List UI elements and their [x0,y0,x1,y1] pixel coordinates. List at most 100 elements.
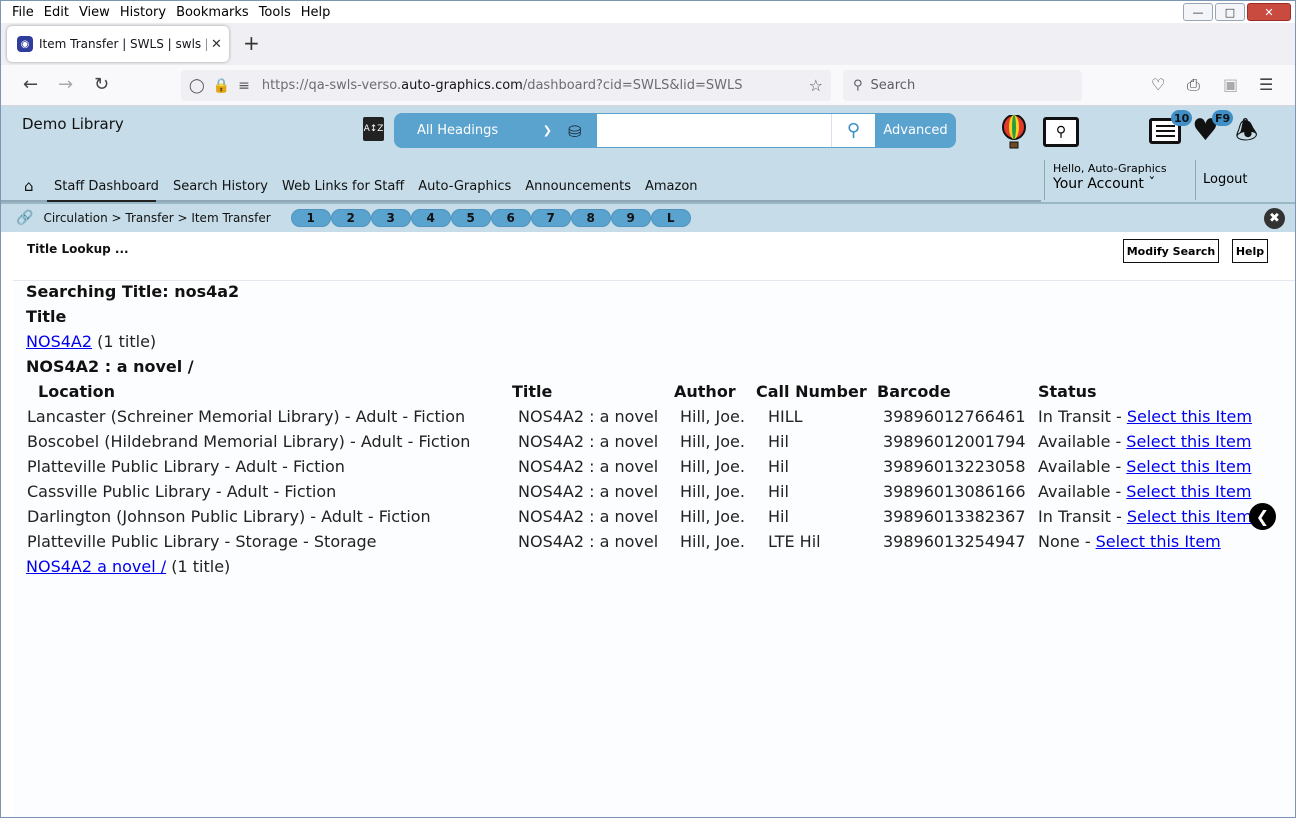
select-item-link[interactable]: Select this Item [1126,482,1251,501]
cell-author: Hill, Joe. [680,482,745,501]
shield-icon[interactable]: ◯ [189,78,205,94]
select-item-link[interactable]: Select this Item [1126,432,1251,451]
search-icon[interactable]: ⚲ [831,114,875,147]
cell-call: Hil [768,507,789,526]
menu-edit[interactable]: Edit [39,5,74,20]
pill-l[interactable]: L [650,209,691,227]
tab-close-icon[interactable]: ✕ [211,37,222,52]
new-tab-icon[interactable]: + [243,31,260,55]
window-close-button[interactable]: ✕ [1247,3,1291,21]
cell-location: Lancaster (Schreiner Memorial Library) -… [27,407,466,426]
modify-search-button[interactable]: Modify Search [1123,239,1219,263]
col-author: Author [674,382,736,401]
home-icon[interactable]: ⌂ [24,177,44,195]
nav-amazon[interactable]: Amazon [645,179,698,194]
back-icon[interactable]: ← [23,74,38,95]
heading-select-value: All Headings [417,123,499,138]
col-barcode: Barcode [877,382,951,401]
heading-select[interactable]: All Headings ❯ [394,113,560,148]
pill-8[interactable]: 8 [570,209,611,227]
cell-status: Available - Select this Item [1038,457,1251,476]
pill-2[interactable]: 2 [330,209,371,227]
cell-status: Available - Select this Item [1038,482,1251,501]
nav-search-history[interactable]: Search History [173,179,268,194]
table-row: Darlington (Johnson Public Library) - Ad… [13,507,1295,532]
forward-icon[interactable]: → [58,74,73,95]
menu-help[interactable]: Help [296,5,336,20]
menu-file[interactable]: File [7,5,39,20]
account-menu[interactable]: Hello, Auto-Graphics Your Account ˇ [1044,160,1194,200]
cell-title: NOS4A2 : a novel [518,457,659,476]
browser-tab[interactable]: ◉ Item Transfer | SWLS | swls | Auto-Gra… [7,26,229,62]
pocket-icon[interactable]: ♡ [1151,75,1165,94]
bookmark-star-icon[interactable]: ☆ [809,76,823,95]
cell-title: NOS4A2 : a novel [518,407,659,426]
logout-link[interactable]: Logout [1195,160,1248,200]
nav-staff-dashboard[interactable]: Staff Dashboard [54,179,159,194]
cell-call: Hil [768,482,789,501]
breadcrumb: Circulation > Transfer > Item Transfer [43,211,271,225]
browser-search-box[interactable]: ⚲ Search [843,70,1082,101]
select-item-link[interactable]: Select this Item [1127,507,1252,526]
pill-7[interactable]: 7 [530,209,571,227]
url-bar[interactable]: ◯ 🔒 ≡ https://qa-swls-verso.auto-graphic… [181,70,831,101]
cell-title: NOS4A2 : a novel [518,507,659,526]
pill-3[interactable]: 3 [370,209,411,227]
close-circle-icon[interactable]: ✖ [1264,208,1285,229]
table-row: Lancaster (Schreiner Memorial Library) -… [13,407,1295,432]
browser-search-placeholder: Search [870,78,916,93]
menu-bookmarks[interactable]: Bookmarks [171,5,254,20]
pill-9[interactable]: 9 [610,209,651,227]
pill-1[interactable]: 1 [290,209,331,227]
select-item-link[interactable]: Select this Item [1126,457,1251,476]
extension-icon[interactable]: ▣ [1223,75,1238,94]
menu-tools[interactable]: Tools [254,5,296,20]
cell-location: Cassville Public Library - Adult - Ficti… [27,482,337,501]
pill-6[interactable]: 6 [490,209,531,227]
browser-window: File Edit View History Bookmarks Tools H… [0,0,1296,818]
reload-icon[interactable]: ↻ [94,74,109,95]
tab-strip: ◉ Item Transfer | SWLS | swls | Auto-Gra… [1,23,1295,65]
result-1-link[interactable]: NOS4A2 [26,332,92,351]
advanced-button[interactable]: Advanced [875,113,956,148]
select-item-link[interactable]: Select this Item [1127,407,1252,426]
nav-auto-graphics[interactable]: Auto-Graphics [418,179,511,194]
menu-history[interactable]: History [115,5,171,20]
nav-web-links[interactable]: Web Links for Staff [282,179,404,194]
help-button[interactable]: Help [1232,239,1268,263]
cell-call: HILL [768,407,803,426]
back-arrow-icon[interactable]: ❮ [1249,503,1276,530]
select-item-link[interactable]: Select this Item [1096,532,1221,551]
pill-5[interactable]: 5 [450,209,491,227]
pill-4[interactable]: 4 [410,209,451,227]
cell-location: Boscobel (Hildebrand Memorial Library) -… [27,432,471,451]
nav-announcements[interactable]: Announcements [525,179,631,194]
lock-icon[interactable]: 🔒 [213,78,230,94]
bell-icon[interactable]: 🕭 [1235,116,1258,146]
database-icon[interactable]: ⛁ [568,122,581,141]
catalog-search-input[interactable] [597,114,831,147]
maximize-button[interactable]: □ [1215,3,1245,21]
az-icon[interactable]: A↕Z [363,117,384,141]
searching-title: Searching Title: nos4a2 [26,282,240,301]
status-text: In Transit - [1038,507,1122,526]
status-text: Available - [1038,482,1122,501]
favorites-badge: F9 [1212,110,1234,126]
cell-author: Hill, Joe. [680,407,745,426]
cell-barcode: 39896013254947 [883,532,1026,551]
reader-icon[interactable]: ⚲ [1043,117,1079,147]
hamburger-icon[interactable]: ☰ [1259,75,1273,94]
main-content: Title Lookup ... Modify Search Help Sear… [1,232,1295,817]
status-text: Available - [1038,457,1122,476]
minimize-button[interactable]: — [1183,3,1213,21]
balloon-icon[interactable] [1001,115,1027,149]
result-2-link[interactable]: NOS4A2 a novel / [26,557,166,576]
search-group: All Headings ❯ ⛁ ⚲ Advanced [394,113,956,148]
quick-pills: 1 2 3 4 5 6 7 8 9 L [290,209,691,227]
permissions-icon[interactable]: ≡ [238,78,250,94]
result-1-count: (1 title) [97,332,157,351]
library-header: Demo Library A↕Z All Headings ❯ ⛁ ⚲ Adva… [1,106,1295,203]
menu-view[interactable]: View [74,5,115,20]
print-icon[interactable]: ⎙ [1187,75,1200,95]
status-text: None - [1038,532,1091,551]
